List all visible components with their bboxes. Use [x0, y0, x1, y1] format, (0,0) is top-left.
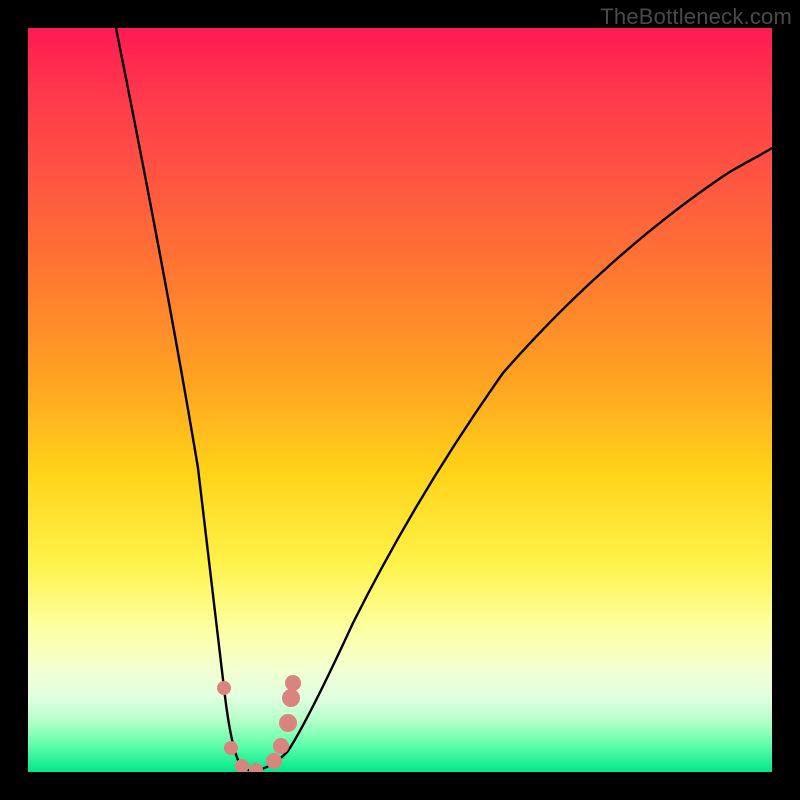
curve-right-branch — [253, 148, 772, 771]
curve-left-branch — [116, 28, 253, 771]
bottleneck-curve — [28, 28, 772, 772]
chart-frame — [28, 28, 772, 772]
watermark-label: TheBottleneck.com — [600, 4, 792, 30]
data-marker — [217, 681, 231, 695]
data-marker — [279, 714, 297, 732]
data-marker — [224, 741, 238, 755]
data-marker — [235, 759, 249, 772]
data-marker — [249, 763, 263, 772]
data-marker — [285, 675, 301, 691]
data-marker — [282, 689, 300, 707]
data-marker — [273, 738, 289, 754]
data-marker — [266, 753, 282, 769]
